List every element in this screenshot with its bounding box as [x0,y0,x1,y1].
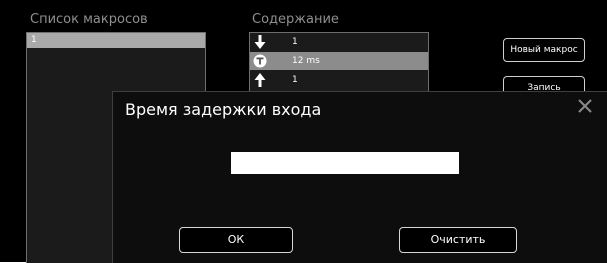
content-row[interactable]: 1 [250,33,428,51]
new-macro-button[interactable]: Новый макрос [503,38,585,62]
arrow-up-icon [254,73,266,87]
content-row-text: 1 [292,75,298,85]
clear-button[interactable]: Очистить [399,227,517,253]
content-heading: Содержание [252,12,339,27]
delay-input-left[interactable] [231,152,347,174]
content-row[interactable]: 12 ms [250,52,428,70]
content-row-text: 1 [292,37,298,47]
input-delay-dialog: Время задержки входа ОК Очистить [112,91,607,263]
close-icon[interactable] [575,96,595,116]
delay-input-right[interactable] [345,152,459,174]
timer-icon [253,54,267,68]
macro-editor-window: Список макросов 1 Содержание 1 12 ms 1 Н… [0,0,607,263]
macro-list-heading: Список макросов [30,12,148,27]
content-row[interactable]: 1 [250,71,428,89]
content-row-text: 12 ms [292,56,320,66]
ok-button[interactable]: ОК [179,227,293,253]
arrow-down-icon [254,35,266,49]
macro-list-item[interactable]: 1 [27,33,205,48]
dialog-title: Время задержки входа [125,100,322,119]
